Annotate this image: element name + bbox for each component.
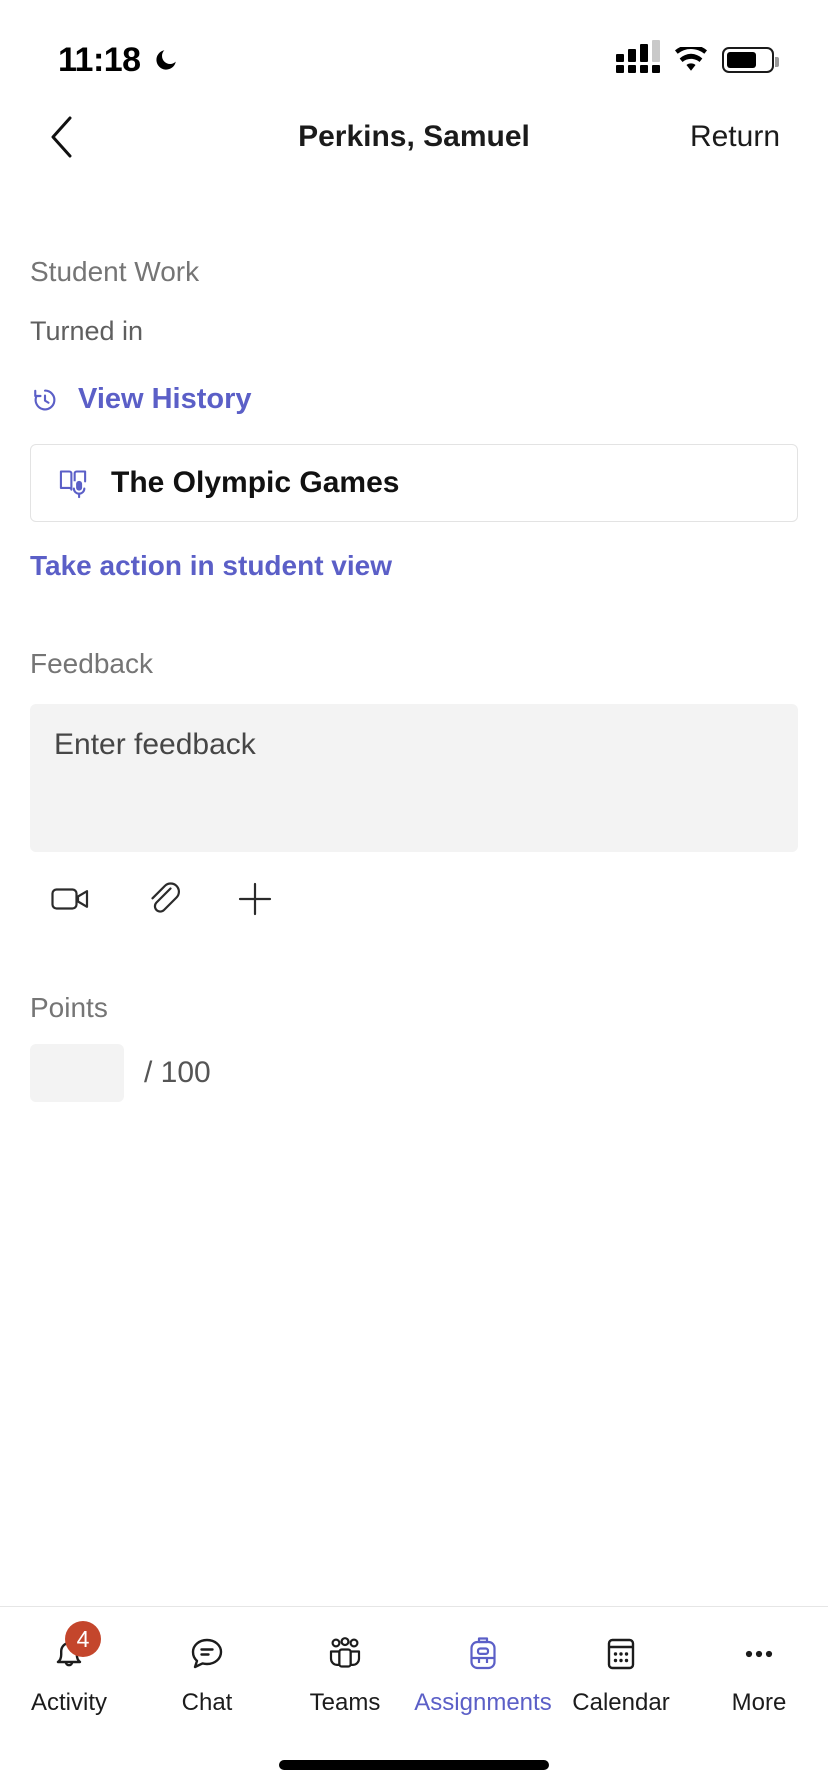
teams-icon-wrap	[317, 1629, 373, 1679]
attach-file-button[interactable]	[140, 876, 186, 922]
work-item-title: The Olympic Games	[111, 466, 400, 499]
return-button[interactable]: Return	[690, 120, 780, 154]
student-work-label: Student Work	[30, 256, 200, 287]
status-bar-clock: 11:18	[58, 40, 141, 79]
attach-icon	[151, 882, 180, 913]
feedback-label: Feedback	[30, 648, 153, 679]
turned-in-status: Turned in	[30, 316, 144, 346]
feedback-placeholder: Enter feedback	[54, 728, 256, 761]
nav-item-assignments[interactable]: Assignments	[414, 1629, 552, 1717]
nav-label-assignments: Assignments	[414, 1689, 552, 1716]
main-content: Student Work Turned in View History The …	[0, 256, 828, 1102]
wifi-icon	[674, 47, 708, 71]
backpack-icon	[470, 1637, 496, 1670]
nav-item-calendar[interactable]: Calendar	[552, 1629, 690, 1717]
crescent-moon-icon	[156, 50, 176, 70]
feedback-toolbar	[30, 876, 798, 922]
chevron-left-icon	[51, 116, 72, 158]
points-input[interactable]	[30, 1044, 124, 1102]
reading-progress-book-microphone-icon	[59, 470, 87, 499]
nav-item-teams[interactable]: Teams	[276, 1629, 414, 1717]
nav-item-more[interactable]: More	[690, 1629, 828, 1717]
view-history-button[interactable]: View History	[30, 383, 252, 416]
points-total-label: / 100	[144, 1056, 211, 1089]
teams-people-icon	[329, 1637, 361, 1668]
history-icon	[34, 389, 56, 410]
points-label: Points	[30, 992, 108, 1023]
page-header: Perkins, Samuel Return	[0, 92, 828, 182]
assignments-icon-wrap	[455, 1629, 511, 1679]
nav-label-activity: Activity	[30, 1689, 107, 1716]
chat-icon-wrap	[179, 1629, 235, 1679]
chat-bubble-icon	[191, 1638, 223, 1669]
app-screen: 11:18 Perkins, Samuel Return Student Wor…	[0, 0, 828, 1792]
back-button[interactable]	[48, 110, 102, 164]
nav-label-chat: Chat	[181, 1689, 233, 1716]
nav-label-teams: Teams	[309, 1689, 381, 1716]
calendar-icon	[607, 1638, 635, 1670]
calendar-icon-wrap	[593, 1629, 649, 1679]
student-work-item[interactable]: The Olympic Games	[30, 444, 798, 522]
view-history-label: View History	[78, 383, 252, 415]
nav-label-calendar: Calendar	[572, 1689, 670, 1716]
nav-item-chat[interactable]: Chat	[138, 1629, 276, 1717]
battery-icon	[722, 47, 779, 73]
video-icon	[51, 888, 89, 910]
feedback-input[interactable]: Enter feedback	[30, 704, 798, 852]
ellipsis-icon	[745, 1650, 773, 1658]
cellular-signal-icon	[616, 40, 660, 73]
home-indicator	[279, 1760, 549, 1770]
add-button[interactable]	[232, 876, 278, 922]
status-bar-left: 11:18	[58, 41, 179, 80]
activity-icon-wrap: 4	[41, 1621, 101, 1679]
take-action-student-view-link[interactable]: Take action in student view	[30, 550, 392, 582]
status-bar: 11:18	[0, 0, 828, 92]
activity-badge: 4	[65, 1621, 101, 1657]
nav-label-more: More	[731, 1689, 787, 1716]
plus-icon	[238, 882, 272, 916]
record-video-button[interactable]	[48, 876, 94, 922]
nav-item-activity[interactable]: 4 Activity	[0, 1621, 138, 1717]
points-row: / 100	[30, 1044, 798, 1102]
more-icon-wrap	[731, 1629, 787, 1679]
status-bar-right	[616, 40, 779, 73]
